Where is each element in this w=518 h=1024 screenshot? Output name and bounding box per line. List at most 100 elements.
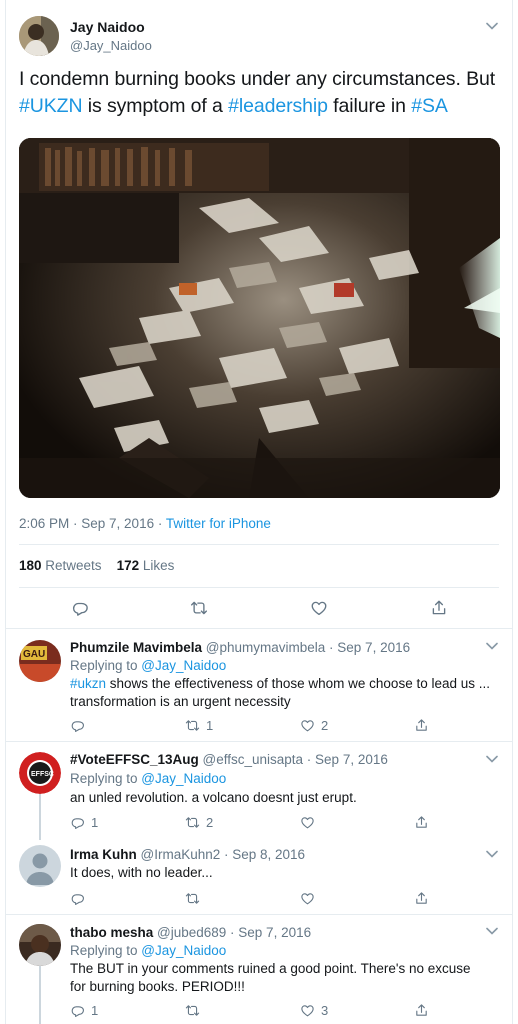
reply-count: 1 bbox=[91, 814, 99, 830]
reply-handle-date[interactable]: @effsc_unisapta · Sep 7, 2016 bbox=[199, 752, 388, 767]
share-action[interactable] bbox=[414, 814, 429, 830]
retweet-action[interactable]: 1 bbox=[185, 717, 213, 733]
replying-prefix: Replying to bbox=[70, 771, 142, 786]
retweet-label: Retweets bbox=[41, 558, 102, 573]
chevron-down-icon[interactable] bbox=[486, 22, 498, 30]
hashtag-link[interactable]: #UKZN bbox=[19, 95, 83, 117]
replying-to-link[interactable]: @Jay_Naidoo bbox=[141, 943, 226, 958]
tweet-text-part: failure in bbox=[327, 95, 412, 117]
avatar[interactable] bbox=[19, 845, 61, 887]
reply-icon bbox=[70, 815, 85, 830]
reply-action[interactable] bbox=[70, 717, 91, 733]
share-icon bbox=[414, 815, 429, 830]
reply-header: Irma Kuhn @IrmaKuhn2 · Sep 8, 2016 bbox=[70, 847, 305, 862]
reply-handle-date[interactable]: @IrmaKuhn2 · Sep 8, 2016 bbox=[137, 847, 306, 862]
hashtag-link[interactable]: #leadership bbox=[228, 95, 328, 117]
author-handle[interactable]: @Jay_Naidoo bbox=[70, 38, 152, 53]
replying-prefix: Replying to bbox=[70, 658, 142, 673]
tweet-timestamp[interactable]: 2:06 PM · Sep 7, 2016 · bbox=[19, 516, 166, 531]
replying-to-link[interactable]: @Jay_Naidoo bbox=[141, 771, 226, 786]
chevron-down-icon[interactable] bbox=[486, 642, 498, 650]
avatar[interactable]: EFFSC bbox=[19, 752, 61, 794]
tweet-photo[interactable] bbox=[19, 138, 500, 498]
reply-author-name[interactable]: Irma Kuhn bbox=[70, 847, 137, 862]
retweet-icon bbox=[185, 815, 200, 830]
avatar[interactable] bbox=[19, 924, 61, 966]
author-avatar[interactable] bbox=[19, 16, 59, 56]
section-divider bbox=[6, 741, 512, 742]
reply-header: Phumzile Mavimbela @phumymavimbela · Sep… bbox=[70, 640, 410, 655]
reply-icon bbox=[70, 718, 85, 733]
share-action[interactable] bbox=[414, 890, 429, 906]
tweet-text-part: I condemn burning books under any circum… bbox=[19, 68, 496, 90]
retweet-count: 1 bbox=[206, 717, 214, 733]
reply-action[interactable]: 1 bbox=[70, 814, 98, 830]
reply-action[interactable] bbox=[70, 890, 91, 906]
reply-header: #VoteEFFSC_13Aug @effsc_unisapta · Sep 7… bbox=[70, 752, 388, 767]
replying-prefix: Replying to bbox=[70, 943, 142, 958]
retweet-icon bbox=[185, 718, 200, 733]
replying-to-link[interactable]: @Jay_Naidoo bbox=[141, 658, 226, 673]
tweet-meta: 2:06 PM · Sep 7, 2016 · Twitter for iPho… bbox=[19, 516, 271, 531]
reply-author-name[interactable]: Phumzile Mavimbela bbox=[70, 640, 202, 655]
retweet-count: 2 bbox=[206, 814, 214, 830]
divider bbox=[19, 587, 499, 588]
reply-text: The BUT in your comments ruined a good p… bbox=[70, 960, 490, 996]
section-divider bbox=[6, 914, 512, 915]
reply-author-name[interactable]: #VoteEFFSC_13Aug bbox=[70, 752, 199, 767]
heart-icon bbox=[300, 891, 315, 906]
retweet-action[interactable]: 2 bbox=[185, 814, 213, 830]
reply-handle-date[interactable]: @jubed689 · Sep 7, 2016 bbox=[153, 925, 311, 940]
share-action[interactable] bbox=[414, 1002, 429, 1018]
avatar[interactable]: GAU bbox=[19, 640, 61, 682]
share-action[interactable] bbox=[414, 717, 429, 733]
tweet-stats: 180 Retweets 172 Likes bbox=[19, 558, 174, 573]
section-divider bbox=[6, 628, 512, 629]
burned-library-image bbox=[19, 138, 500, 498]
reply-icon bbox=[70, 891, 85, 906]
replying-to: Replying to @Jay_Naidoo bbox=[70, 771, 226, 786]
chevron-down-icon[interactable] bbox=[486, 927, 498, 935]
reply-header: thabo mesha @jubed689 · Sep 7, 2016 bbox=[70, 925, 311, 940]
share-icon bbox=[414, 718, 429, 733]
reply-text-part: shows the effectiveness of those whom we… bbox=[70, 676, 490, 709]
retweet-stat[interactable]: 180 Retweets bbox=[19, 558, 102, 573]
like-count: 172 bbox=[116, 558, 140, 573]
tweet-text-part: is symptom of a bbox=[82, 95, 229, 117]
heart-icon bbox=[300, 1003, 315, 1018]
retweet-action[interactable] bbox=[185, 1002, 206, 1018]
reply-icon[interactable] bbox=[71, 599, 89, 617]
retweet-icon[interactable] bbox=[190, 599, 208, 617]
hashtag-link[interactable]: #ukzn bbox=[70, 676, 106, 691]
like-action[interactable]: 2 bbox=[300, 717, 328, 733]
hashtag-link[interactable]: #SA bbox=[411, 95, 448, 117]
chevron-down-icon[interactable] bbox=[486, 755, 498, 763]
thread-connector bbox=[39, 966, 41, 1024]
reply-text-part: an unled revolution. a volcano doesnt ju… bbox=[70, 790, 357, 805]
reply-count: 1 bbox=[91, 1002, 99, 1018]
retweet-icon bbox=[185, 1003, 200, 1018]
svg-text:GAU: GAU bbox=[23, 649, 45, 660]
like-action[interactable] bbox=[300, 814, 321, 830]
retweet-count: 180 bbox=[19, 558, 42, 573]
like-action[interactable]: 3 bbox=[300, 1002, 328, 1018]
share-icon[interactable] bbox=[430, 599, 448, 617]
reply-text-part: The BUT in your comments ruined a good p… bbox=[70, 961, 471, 994]
tweet-text: I condemn burning books under any circum… bbox=[19, 66, 499, 120]
svg-text:EFFSC: EFFSC bbox=[31, 771, 54, 778]
like-action[interactable] bbox=[300, 890, 321, 906]
like-stat[interactable]: 172 Likes bbox=[117, 558, 175, 573]
reply-text: #ukzn shows the effectiveness of those w… bbox=[70, 675, 490, 711]
reply-author-name[interactable]: thabo mesha bbox=[70, 925, 153, 940]
reply-text-part: It does, with no leader... bbox=[70, 865, 213, 880]
heart-icon[interactable] bbox=[310, 599, 328, 617]
reply-action[interactable]: 1 bbox=[70, 1002, 98, 1018]
reply-handle-date[interactable]: @phumymavimbela · Sep 7, 2016 bbox=[202, 640, 410, 655]
like-label: Likes bbox=[139, 558, 175, 573]
like-count: 3 bbox=[321, 1002, 329, 1018]
author-name[interactable]: Jay Naidoo bbox=[70, 19, 145, 35]
retweet-action[interactable] bbox=[185, 890, 206, 906]
chevron-down-icon[interactable] bbox=[486, 850, 498, 858]
share-icon bbox=[414, 1003, 429, 1018]
tweet-client-link[interactable]: Twitter for iPhone bbox=[166, 516, 271, 531]
